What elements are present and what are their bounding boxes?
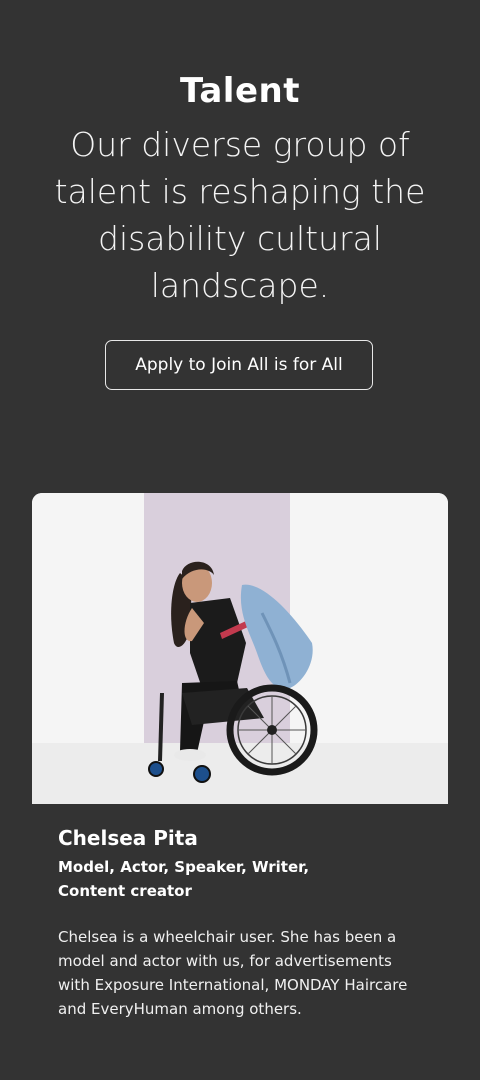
talent-name: Chelsea Pita	[58, 826, 198, 850]
talent-roles: Model, Actor, Speaker, Writer, Content c…	[58, 858, 310, 900]
talent-bio: Chelsea is a wheelchair user. She has be…	[58, 928, 408, 1018]
talent-card-photo[interactable]	[32, 493, 448, 804]
talent-photo	[32, 493, 448, 804]
page-title: Talent	[180, 70, 300, 111]
intro-text: Our diverse group of talent is reshaping…	[54, 125, 426, 305]
apply-to-join-button[interactable]: Apply to Join All is for All	[105, 340, 373, 390]
